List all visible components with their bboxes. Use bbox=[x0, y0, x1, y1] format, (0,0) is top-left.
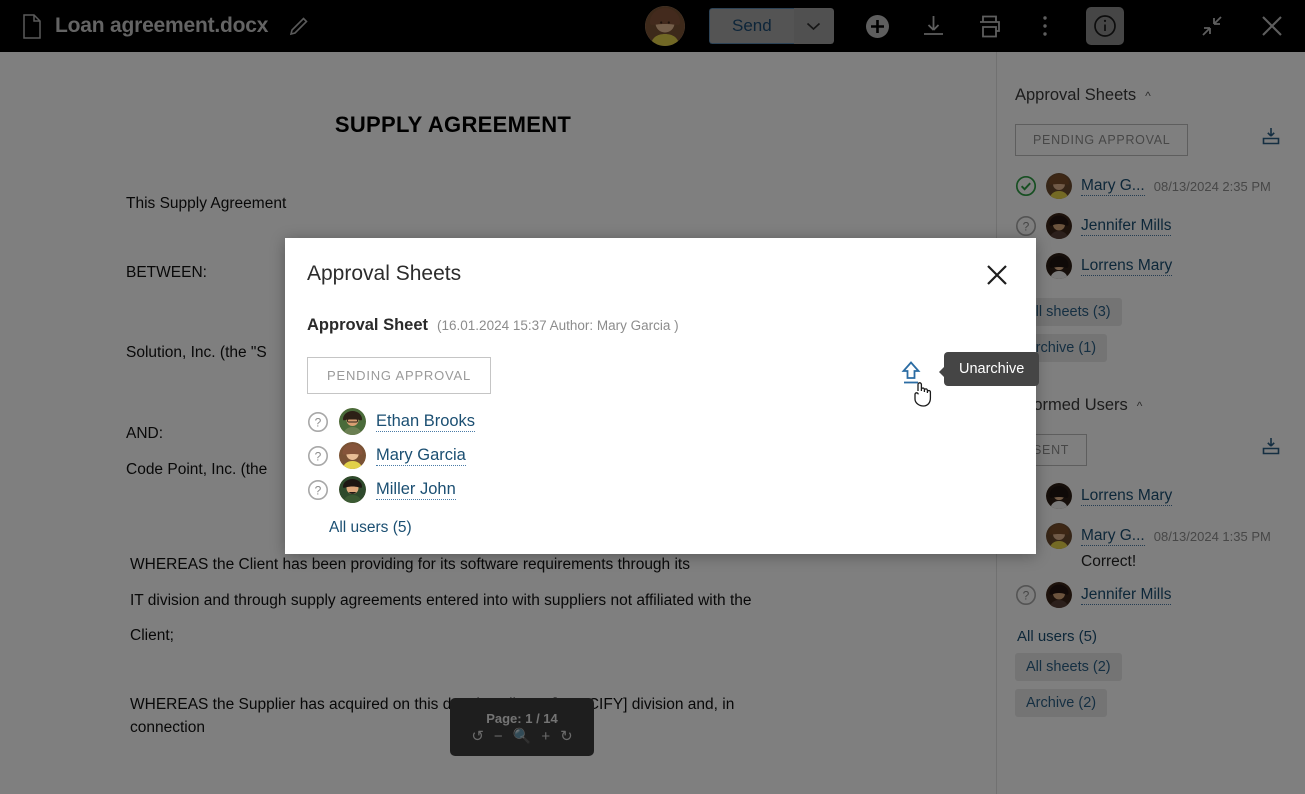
modal-user-row[interactable]: ? Ethan Brooks bbox=[307, 408, 1010, 435]
modal-user-row[interactable]: ? Mary Garcia bbox=[307, 442, 1010, 469]
modal-user-row[interactable]: ? Miller John bbox=[307, 476, 1010, 503]
pointer-hand-cursor bbox=[912, 380, 936, 413]
modal-sheet-name: Approval Sheet bbox=[307, 316, 429, 334]
modal-status-badge[interactable]: PENDING APPROVAL bbox=[307, 357, 492, 394]
modal-sheet-meta: (16.01.2024 15:37 Author: Mary Garcia ) bbox=[437, 318, 679, 333]
unarchive-tooltip: Unarchive bbox=[938, 352, 1040, 386]
modal-all-users-link[interactable]: All users (5) bbox=[329, 519, 412, 537]
question-circle-icon: ? bbox=[307, 479, 329, 501]
modal-user-name[interactable]: Ethan Brooks bbox=[376, 412, 476, 432]
modal-title: Approval Sheets bbox=[307, 262, 462, 285]
svg-text:?: ? bbox=[315, 449, 322, 463]
avatar bbox=[339, 442, 366, 469]
modal-user-name[interactable]: Miller John bbox=[376, 480, 456, 500]
modal-user-name[interactable]: Mary Garcia bbox=[376, 446, 466, 466]
svg-text:?: ? bbox=[315, 483, 322, 497]
question-circle-icon: ? bbox=[307, 445, 329, 467]
question-circle-icon: ? bbox=[307, 411, 329, 433]
svg-text:?: ? bbox=[315, 415, 322, 429]
avatar bbox=[339, 476, 366, 503]
close-icon[interactable] bbox=[984, 262, 1010, 292]
app-root: SUPPLY AGREEMENT This Supply Agreement B… bbox=[0, 0, 1305, 794]
approval-sheets-modal: Approval Sheets Approval Sheet (16.01.20… bbox=[285, 238, 1040, 554]
avatar bbox=[339, 408, 366, 435]
